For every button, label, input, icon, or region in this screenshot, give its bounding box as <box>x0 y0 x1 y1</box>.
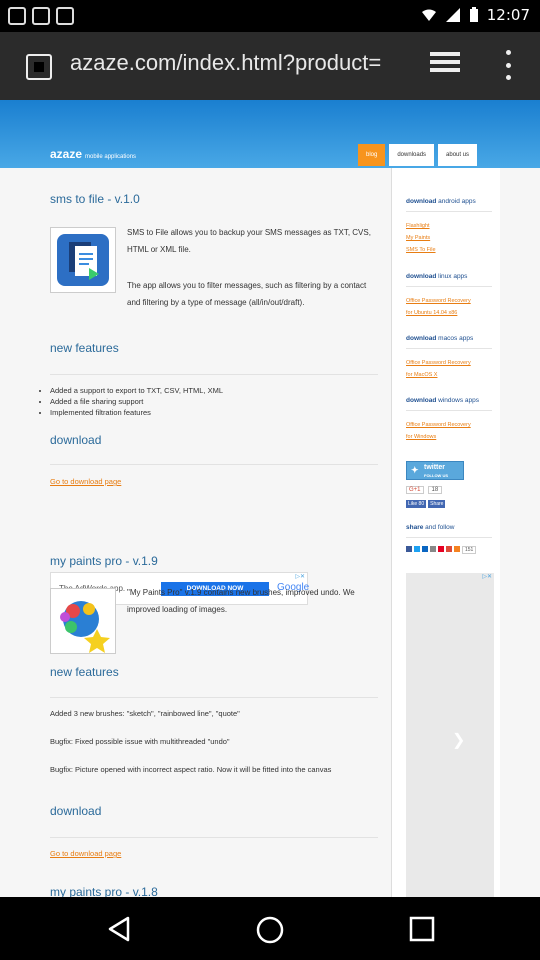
notification-icon <box>32 7 50 25</box>
my-paints-icon <box>60 601 110 653</box>
paints-download-title: download <box>50 804 102 818</box>
twitter-follow-button[interactable]: ✦ twitter FOLLOW US <box>406 461 464 480</box>
googleplus-icon[interactable] <box>446 546 452 552</box>
divider <box>406 211 492 212</box>
sidebar-link-windows-opr-sub[interactable]: for Windows <box>406 431 436 443</box>
notification-icon <box>56 7 74 25</box>
list-item: Implemented filtration features <box>50 407 223 418</box>
nav-about-us[interactable]: about us <box>438 144 478 166</box>
share-count: 151 <box>462 546 477 554</box>
sidebar-link-sms-to-file[interactable]: SMS To File <box>406 244 436 256</box>
battery-icon <box>469 7 478 22</box>
sms-title: sms to file - v.1.0 <box>50 192 140 206</box>
facebook-icon[interactable] <box>406 546 412 552</box>
email-icon[interactable] <box>430 546 436 552</box>
sidebar-link-macos-opr[interactable]: Office Password Recovery <box>406 357 471 369</box>
sms-features-title: new features <box>50 341 119 355</box>
notification-icons <box>8 7 74 25</box>
sms-description-2: The app allows you to filter messages, s… <box>127 281 367 307</box>
sidebar-link-flashlight[interactable]: Flashlight <box>406 220 430 232</box>
sms-app-icon <box>50 227 116 293</box>
site-logo[interactable]: azaze mobile applications <box>50 147 136 161</box>
next-post-title: my paints pro - v.1.8 <box>50 885 158 897</box>
browser-toolbar: azaze.com/index.html?product= <box>0 32 540 100</box>
linkedin-icon[interactable] <box>422 546 428 552</box>
sidebar-ad[interactable]: ▷✕ ❯ <box>406 573 494 897</box>
paints-feature-2: Bugfix: Fixed possible issue with multit… <box>50 737 230 746</box>
wifi-icon <box>421 9 436 21</box>
share-icons: 151 <box>406 546 477 554</box>
divider <box>50 697 378 698</box>
web-page: azaze mobile applications blog downloads … <box>0 100 540 897</box>
overflow-menu-icon[interactable] <box>500 50 516 80</box>
gplus-widget[interactable]: G+1 18 <box>406 486 443 494</box>
sidebar-share-heading: share and follow <box>406 524 455 531</box>
divider <box>406 286 492 287</box>
sidebar-windows-heading: download windows apps <box>406 397 479 404</box>
divider <box>406 348 492 349</box>
ad-close-icon[interactable]: ▷✕ <box>482 573 492 580</box>
paints-feature-1: Added 3 new brushes: "sketch", "rainbowe… <box>50 709 240 718</box>
back-icon[interactable] <box>104 915 134 943</box>
paints-features-title: new features <box>50 665 119 679</box>
fb-like-button[interactable]: Like 80 <box>406 500 427 508</box>
divider <box>406 537 492 538</box>
tab-switcher-icon[interactable] <box>26 54 52 80</box>
notification-icon <box>8 7 26 25</box>
sms-description-1: SMS to File allows you to backup your SM… <box>127 228 371 254</box>
sidebar-link-linux-opr[interactable]: Office Password Recovery <box>406 295 471 307</box>
fb-share-button[interactable]: Share <box>428 500 446 508</box>
clock: 12:07 <box>486 6 530 24</box>
url-field[interactable]: azaze.com/index.html?product= <box>70 50 406 76</box>
list-item: Added a support to export to TXT, CSV, H… <box>50 385 223 396</box>
site-nav: blog downloads about us <box>358 144 478 166</box>
reader-mode-icon[interactable] <box>430 52 460 78</box>
divider <box>50 837 378 838</box>
loading-arrow-icon: ❯ <box>452 732 466 749</box>
pinterest-icon[interactable] <box>438 546 444 552</box>
sidebar-link-my-paints[interactable]: My Paints <box>406 232 430 244</box>
facebook-widget[interactable]: Like 80 Share <box>406 500 446 508</box>
sidebar-link-macos-opr-sub[interactable]: for MacOS X <box>406 369 437 381</box>
paints-description: "My Paints Pro" v.1.9 contains new brush… <box>127 588 355 614</box>
sidebar-link-linux-opr-sub[interactable]: for Ubuntu 14.04 x86 <box>406 307 457 319</box>
sidebar: download android apps Flashlight My Pain… <box>391 168 500 897</box>
signal-icon <box>445 8 460 22</box>
android-nav-bar <box>0 897 540 960</box>
paints-title: my paints pro - v.1.9 <box>50 554 158 568</box>
sidebar-link-windows-opr[interactable]: Office Password Recovery <box>406 419 471 431</box>
sms-to-file-icon <box>57 234 109 286</box>
paints-feature-3: Bugfix: Picture opened with incorrect as… <box>50 765 332 774</box>
site-header: azaze mobile applications blog downloads … <box>0 100 540 168</box>
divider <box>406 410 492 411</box>
ad-close-icon[interactable]: ▷✕ <box>295 573 305 580</box>
nav-blog[interactable]: blog <box>358 144 386 166</box>
twitter-bird-icon: ✦ <box>411 465 419 475</box>
sidebar-linux-heading: download linux apps <box>406 273 468 280</box>
status-bar: 12:07 <box>0 0 540 32</box>
divider <box>50 374 378 375</box>
sms-download-title: download <box>50 433 102 447</box>
logo-text: azaze <box>50 147 83 161</box>
twitter-icon[interactable] <box>414 546 420 552</box>
sms-features-list: Added a support to export to TXT, CSV, H… <box>50 385 223 418</box>
sms-download-link[interactable]: Go to download page <box>50 477 121 486</box>
list-item: Added a file sharing support <box>50 396 223 407</box>
sidebar-android-heading: download android apps <box>406 198 476 205</box>
home-icon[interactable] <box>255 915 285 945</box>
nav-downloads[interactable]: downloads <box>389 144 435 166</box>
add-icon[interactable] <box>454 546 460 552</box>
divider <box>50 464 378 465</box>
paints-app-icon <box>50 588 116 654</box>
sidebar-macos-heading: download macos apps <box>406 335 474 342</box>
logo-tagline: mobile applications <box>85 154 137 160</box>
paints-download-link[interactable]: Go to download page <box>50 849 121 858</box>
recents-icon[interactable] <box>408 915 436 943</box>
